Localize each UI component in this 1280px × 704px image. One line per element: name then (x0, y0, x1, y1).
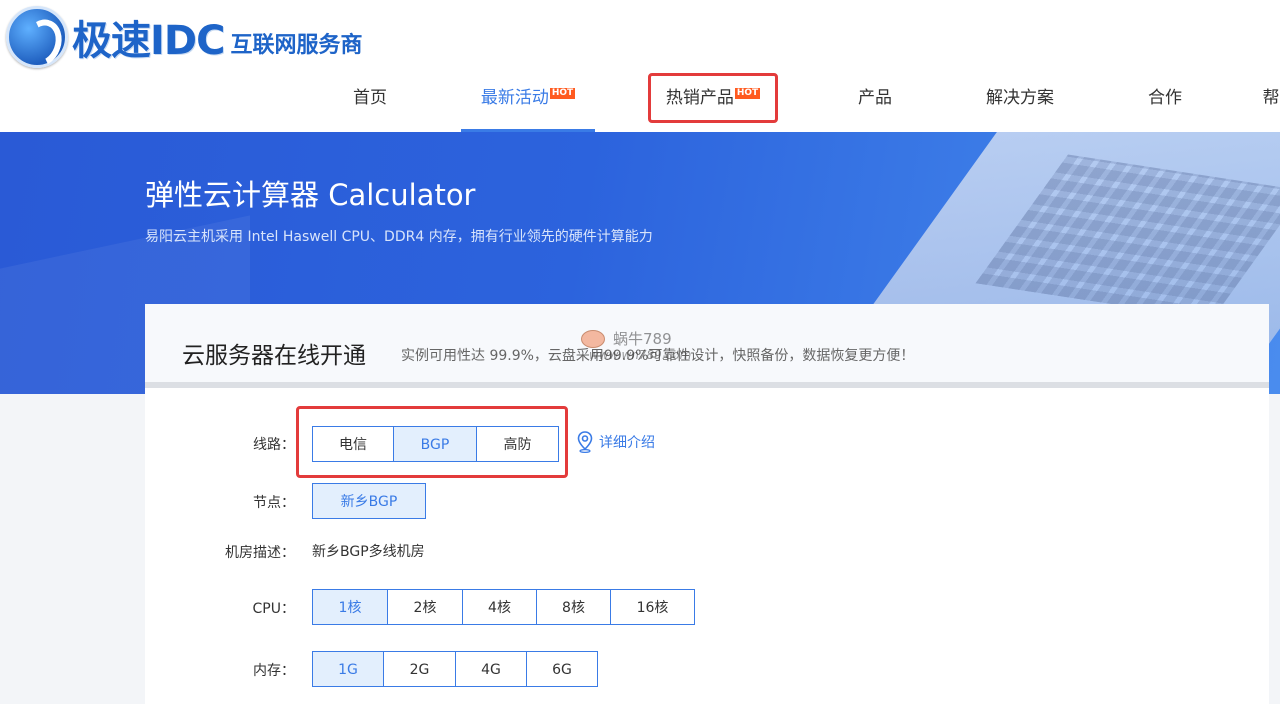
banner-subtitle: 易阳云主机采用 Intel Haswell CPU、DDR4 内存，拥有行业领先… (145, 229, 653, 245)
nav-item-label: 热销产品 (665, 88, 734, 108)
memory-option-1g[interactable]: 1G (312, 651, 384, 687)
nav-item-label: 合作 (1148, 88, 1182, 108)
logo-tagline: 互联网服务商 (230, 33, 363, 58)
hot-badge: HOT (549, 88, 576, 99)
nav-item-solutions[interactable]: 解决方案 (975, 72, 1065, 132)
cpu-option-2[interactable]: 2核 (387, 589, 463, 625)
line-options: 电信 BGP 高防 (312, 426, 559, 462)
location-pin-icon (577, 431, 593, 453)
cpu-label: CPU： (252, 601, 295, 617)
line-option-bgp[interactable]: BGP (393, 426, 477, 462)
panel-header: 云服务器在线开通 实例可用性达 99.9%，云盘采用99.9%可靠性设计，快照备… (145, 304, 1269, 388)
node-options: 新乡BGP (312, 483, 426, 519)
watermark: 蜗牛789 www.wn789.com (581, 328, 691, 368)
nav-item-label: 帮 (1262, 88, 1280, 108)
detail-link[interactable]: 详细介绍 (577, 431, 655, 453)
memory-option-2g[interactable]: 2G (383, 651, 456, 687)
room-label: 机房描述： (225, 545, 295, 561)
snail-icon (581, 330, 605, 348)
nav-item-home[interactable]: 首页 (330, 72, 410, 132)
nav-item-help[interactable]: 帮 (1262, 72, 1280, 132)
watermark-text: 蜗牛789 (613, 330, 672, 348)
nav-item-hot-products[interactable]: 热销产品 HOT (652, 72, 774, 132)
nav-item-latest-events[interactable]: 最新活动 HOT (461, 72, 595, 132)
cpu-option-16[interactable]: 16核 (610, 589, 695, 625)
nav-item-products[interactable]: 产品 (845, 72, 905, 132)
logo-brand: 极速IDC (72, 18, 225, 64)
memory-label: 内存： (253, 663, 295, 679)
nav-item-label: 解决方案 (986, 88, 1054, 108)
memory-option-4g[interactable]: 4G (455, 651, 527, 687)
line-option-ddos[interactable]: 高防 (476, 426, 559, 462)
line-label: 线路： (253, 437, 295, 453)
cpu-options: 1核 2核 4核 8核 16核 (312, 589, 695, 625)
main-nav: 首页 最新活动 HOT 热销产品 HOT 产品 解决方案 合作 帮 (0, 72, 1280, 132)
memory-option-6g[interactable]: 6G (526, 651, 598, 687)
cpu-option-1[interactable]: 1核 (312, 589, 388, 625)
banner-title: 弹性云计算器 Calculator (145, 178, 476, 212)
nav-item-cooperation[interactable]: 合作 (1135, 72, 1195, 132)
nav-item-label: 最新活动 (480, 88, 549, 108)
cpu-option-8[interactable]: 8核 (536, 589, 611, 625)
room-description: 新乡BGP多线机房 (312, 544, 425, 560)
node-option-xinxiang-bgp[interactable]: 新乡BGP (312, 483, 426, 519)
site-header: 极速IDC 互联网服务商 首页 最新活动 HOT 热销产品 HOT 产品 解决方案 … (0, 0, 1280, 132)
logo-swirl-icon (6, 6, 68, 68)
memory-options: 1G 2G 4G 6G (312, 651, 598, 687)
detail-link-label: 详细介绍 (599, 435, 655, 451)
nav-item-label: 产品 (858, 88, 892, 108)
server-order-panel: 云服务器在线开通 实例可用性达 99.9%，云盘采用99.9%可靠性设计，快照备… (145, 304, 1269, 704)
watermark-url: www.wn789.com (589, 348, 692, 362)
hot-badge: HOT (734, 88, 761, 99)
line-option-telecom[interactable]: 电信 (312, 426, 394, 462)
panel-title: 云服务器在线开通 (182, 343, 366, 369)
site-logo[interactable]: 极速IDC 互联网服务商 (6, 6, 362, 68)
node-label: 节点： (253, 495, 295, 511)
cpu-option-4[interactable]: 4核 (462, 589, 537, 625)
nav-item-label: 首页 (353, 88, 387, 108)
